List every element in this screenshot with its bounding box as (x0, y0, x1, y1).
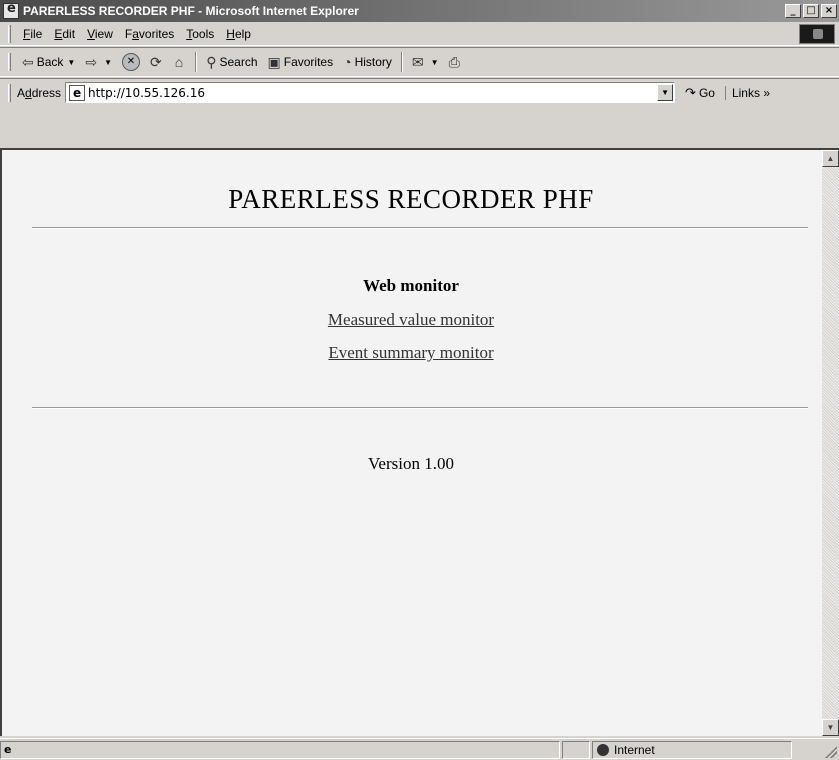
address-dropdown-button[interactable]: ▼ (657, 84, 674, 101)
stop-button[interactable]: ✕ (117, 51, 145, 73)
favorites-button[interactable]: ▣ Favorites (263, 52, 339, 73)
toolbar-grip[interactable] (8, 83, 11, 102)
event-summary-monitor-link-row: Event summary monitor (2, 343, 820, 363)
measured-value-monitor-link[interactable]: Measured value monitor (328, 310, 494, 329)
print-button[interactable]: ⎙ (444, 52, 468, 73)
go-button[interactable]: ↷ Go (685, 85, 715, 101)
refresh-icon: ⟳ (150, 53, 162, 70)
search-button[interactable]: ⚲ Search (201, 52, 262, 73)
status-text-panel: e (0, 740, 560, 759)
menu-file[interactable]: File (17, 25, 48, 43)
home-icon: ⌂ (174, 54, 184, 70)
back-button[interactable]: ⇦ Back ▼ (17, 52, 80, 73)
resize-grip[interactable] (825, 746, 837, 758)
toolbar-grip[interactable] (8, 53, 11, 71)
menu-bar: File Edit View Favorites Tools Help (0, 22, 839, 46)
divider (32, 227, 808, 229)
address-field[interactable]: e ▼ (65, 82, 676, 103)
chevron-down-icon[interactable]: ▼ (431, 58, 439, 67)
menu-help[interactable]: Help (220, 25, 257, 43)
zone-label: Internet (614, 742, 655, 757)
menu-favorites[interactable]: Favorites (119, 25, 180, 43)
print-icon: ⎙ (448, 53, 460, 70)
stop-icon: ✕ (122, 53, 140, 71)
back-arrow-icon: ⇦ (22, 53, 34, 70)
standard-toolbar: ⇦ Back ▼ ⇨ ▼ ✕ ⟳ ⌂ ⚲ Search ▣ Favorites … (0, 47, 839, 77)
menu-tools[interactable]: Tools (180, 25, 220, 43)
version-text: Version 1.00 (368, 454, 454, 473)
page-icon: e (69, 84, 86, 101)
measured-value-monitor-link-row: Measured value monitor (2, 310, 820, 330)
status-bar: e Internet (0, 738, 839, 760)
favorites-icon: ▣ (267, 53, 281, 70)
windows-logo-throbber-icon (799, 24, 835, 44)
chevron-down-icon[interactable]: ▼ (67, 58, 75, 67)
links-button[interactable]: Links » (724, 85, 770, 100)
maximize-button[interactable]: □ (803, 4, 819, 18)
globe-icon (597, 743, 609, 756)
ie-logo-icon[interactable] (3, 1, 19, 19)
scroll-up-button[interactable]: ▲ (822, 150, 839, 167)
search-icon: ⚲ (206, 53, 217, 70)
address-label: Address (17, 85, 62, 100)
window-controls: _ □ × (783, 4, 837, 18)
history-button[interactable]: ◔ History (338, 52, 397, 72)
toolbar-separator (400, 52, 403, 72)
security-zone-panel: Internet (592, 740, 792, 759)
refresh-button[interactable]: ⟳ (145, 52, 170, 73)
minimize-button[interactable]: _ (785, 4, 801, 18)
history-icon: ◔ (343, 54, 352, 70)
status-panel (562, 740, 590, 759)
vertical-scrollbar[interactable]: ▲ ▼ (822, 150, 839, 736)
section-heading: Web monitor (363, 276, 459, 295)
page-icon: e (4, 743, 12, 756)
scroll-down-button[interactable]: ▼ (822, 719, 839, 736)
mail-icon: ✉ (411, 53, 424, 70)
forward-button[interactable]: ⇨ ▼ (80, 52, 117, 73)
forward-arrow-icon: ⇨ (85, 53, 98, 70)
address-input[interactable] (88, 85, 658, 100)
home-button[interactable]: ⌂ (170, 52, 191, 72)
divider (32, 407, 808, 409)
toolbar-grip[interactable] (8, 24, 11, 43)
menu-edit[interactable]: Edit (48, 25, 81, 43)
toolbar-separator (195, 52, 198, 72)
title-bar: PARERLESS RECORDER PHF - Microsoft Inter… (0, 0, 839, 22)
page-title: PARERLESS RECORDER PHF (228, 184, 594, 214)
chevron-down-icon[interactable]: ▼ (104, 58, 112, 67)
address-bar: Address e ▼ ↷ Go Links » (0, 78, 839, 106)
close-button[interactable]: × (821, 4, 837, 18)
go-arrow-icon: ↷ (685, 84, 696, 100)
window-title: PARERLESS RECORDER PHF - Microsoft Inter… (23, 4, 359, 18)
menu-view[interactable]: View (81, 25, 119, 43)
browser-viewport: PARERLESS RECORDER PHF Web monitor Measu… (0, 148, 839, 736)
event-summary-monitor-link[interactable]: Event summary monitor (328, 343, 493, 362)
mail-button[interactable]: ✉ ▼ (407, 52, 444, 73)
page-content: PARERLESS RECORDER PHF Web monitor Measu… (2, 150, 820, 736)
